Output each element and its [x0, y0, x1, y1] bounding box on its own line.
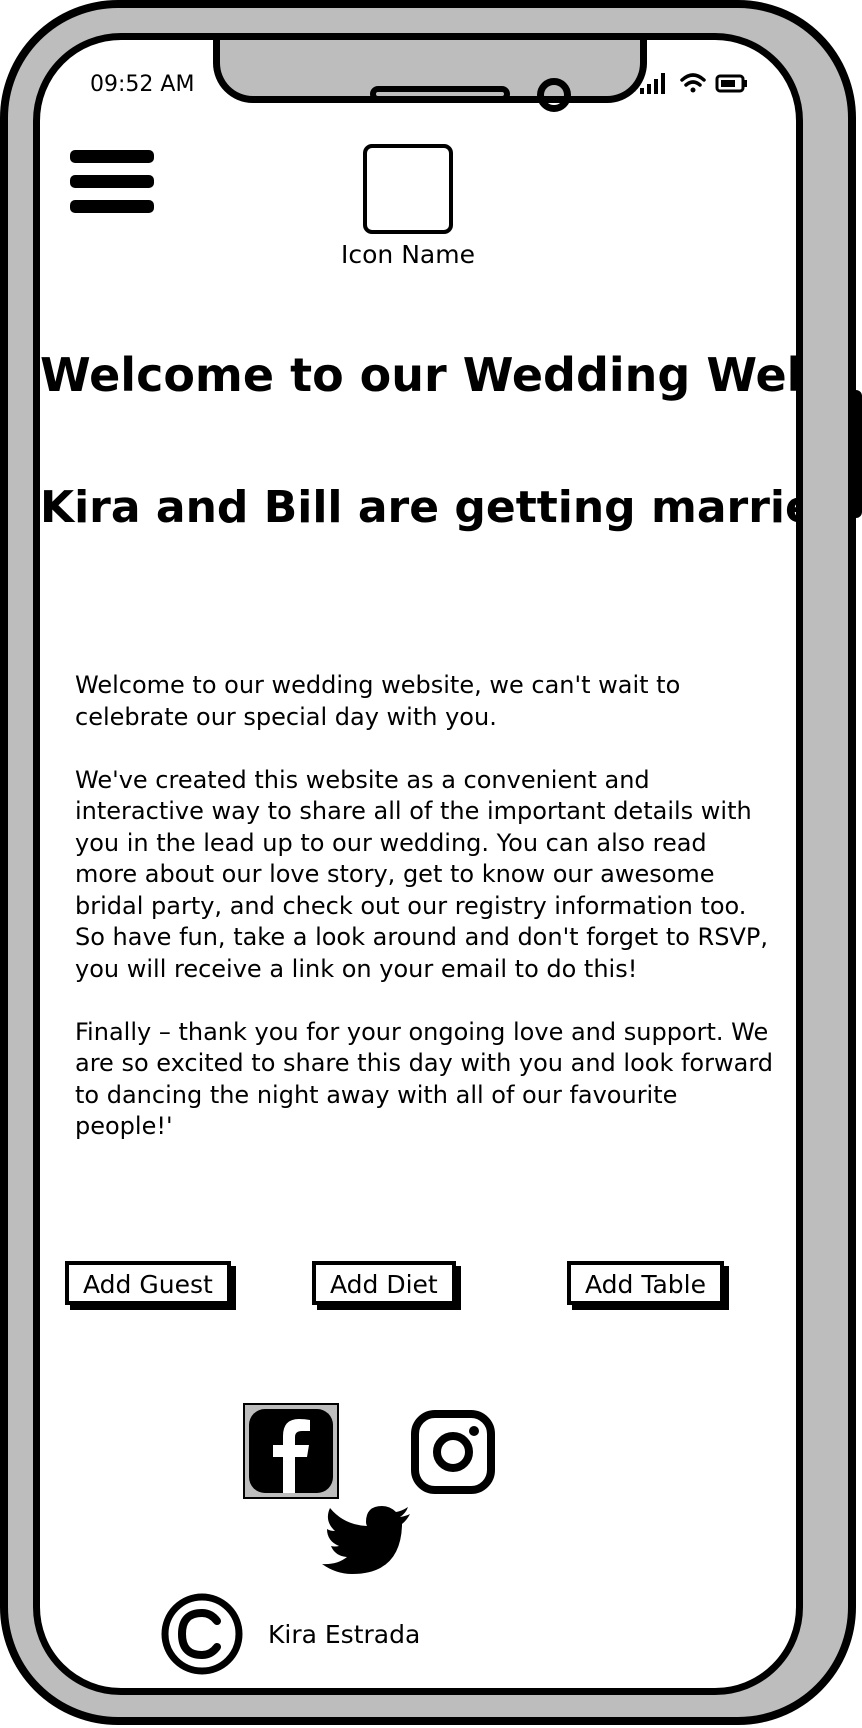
speaker-icon — [370, 86, 510, 102]
author-name: Kira Estrada — [268, 1620, 421, 1649]
signal-icon — [640, 73, 665, 94]
intro-text: Welcome to our wedding website, we can't… — [75, 670, 775, 1174]
app-icon[interactable] — [363, 144, 453, 234]
battery-icon — [715, 74, 747, 93]
phone-side-button — [848, 390, 862, 518]
add-guest-button[interactable]: Add Guest — [65, 1261, 231, 1305]
twitter-icon[interactable] — [320, 1505, 412, 1583]
camera-icon — [537, 78, 571, 112]
status-icons — [640, 73, 747, 94]
icon-name-label: Icon Name — [341, 240, 475, 269]
status-time: 09:52 AM — [90, 72, 195, 97]
instagram-icon[interactable] — [411, 1410, 495, 1494]
add-diet-button[interactable]: Add Diet — [312, 1261, 456, 1305]
wifi-icon — [680, 73, 706, 93]
intro-paragraph: Welcome to our wedding website, we can't… — [75, 671, 681, 731]
hamburger-menu-icon[interactable] — [70, 150, 154, 222]
intro-paragraph: We've created this website as a convenie… — [75, 765, 768, 983]
facebook-icon[interactable] — [243, 1403, 339, 1499]
page-subtitle: Kira and Bill are getting married! — [40, 482, 803, 533]
intro-paragraph: Finally – thank you for your ongoing lov… — [75, 1017, 773, 1141]
copyright-icon — [161, 1593, 243, 1675]
page-title: Welcome to our Wedding Website — [40, 348, 796, 402]
phone-screen: 09:52 AM Icon Name Welcome to our Weddin… — [33, 33, 803, 1695]
add-table-button[interactable]: Add Table — [567, 1261, 724, 1305]
